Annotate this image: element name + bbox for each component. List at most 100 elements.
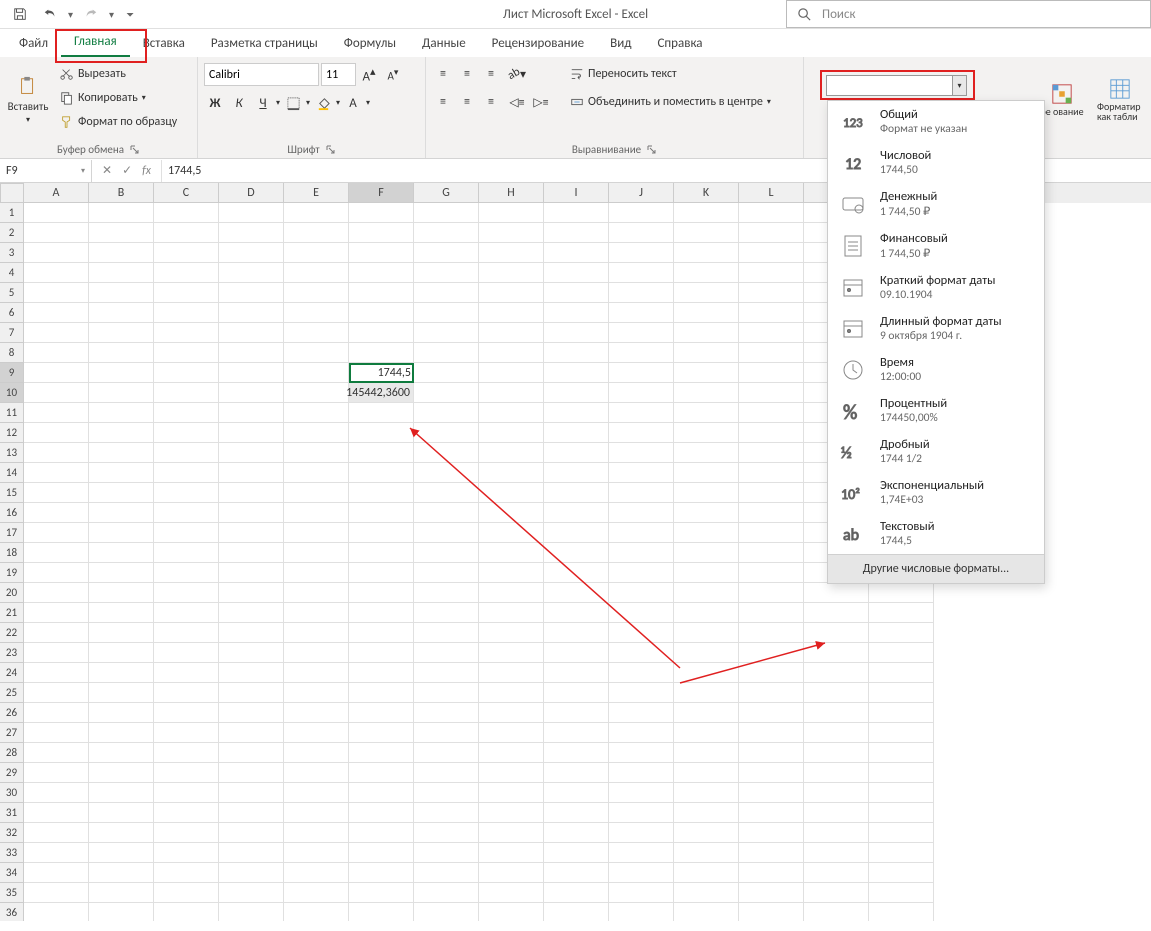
cell-A17[interactable] [24,523,89,543]
align-bottom-button[interactable]: ≡ [480,63,502,85]
cell-K9[interactable] [674,363,739,383]
cell-J36[interactable] [609,903,674,921]
row-header-21[interactable]: 21 [0,603,24,623]
cell-J25[interactable] [609,683,674,703]
cell-D33[interactable] [219,843,284,863]
cell-C25[interactable] [154,683,219,703]
number-format-option-percent[interactable]: %Процентный174450,00% [828,390,1044,431]
cell-G19[interactable] [414,563,479,583]
cell-H17[interactable] [479,523,544,543]
cell-J8[interactable] [609,343,674,363]
cell-K17[interactable] [674,523,739,543]
row-header-28[interactable]: 28 [0,743,24,763]
cell-D7[interactable] [219,323,284,343]
cell-A20[interactable] [24,583,89,603]
cell-G1[interactable] [414,203,479,223]
cell-A28[interactable] [24,743,89,763]
cell-B10[interactable] [89,383,154,403]
undo-button[interactable] [36,2,64,26]
fill-color-button[interactable] [312,92,334,114]
cell-A23[interactable] [24,643,89,663]
cell-F30[interactable] [349,783,414,803]
cell-I33[interactable] [544,843,609,863]
cell-G23[interactable] [414,643,479,663]
row-header-1[interactable]: 1 [0,203,24,223]
cell-B12[interactable] [89,423,154,443]
cell-J18[interactable] [609,543,674,563]
cell-J20[interactable] [609,583,674,603]
cell-D28[interactable] [219,743,284,763]
cell-B23[interactable] [89,643,154,663]
font-name-select[interactable] [204,63,319,86]
cell-P23[interactable] [804,643,869,663]
cell-C32[interactable] [154,823,219,843]
launcher-icon[interactable] [326,145,336,155]
cell-H16[interactable] [479,503,544,523]
cell-H28[interactable] [479,743,544,763]
cell-C27[interactable] [154,723,219,743]
cell-G21[interactable] [414,603,479,623]
cell-D35[interactable] [219,883,284,903]
row-header-36[interactable]: 36 [0,903,24,921]
cell-J35[interactable] [609,883,674,903]
row-header-14[interactable]: 14 [0,463,24,483]
cell-E13[interactable] [284,443,349,463]
cell-G33[interactable] [414,843,479,863]
cell-D36[interactable] [219,903,284,921]
cell-Q29[interactable] [869,763,934,783]
cell-L26[interactable] [739,703,804,723]
cell-B30[interactable] [89,783,154,803]
cell-C14[interactable] [154,463,219,483]
cell-I3[interactable] [544,243,609,263]
cell-L34[interactable] [739,863,804,883]
font-size-select[interactable] [321,63,356,86]
cell-C23[interactable] [154,643,219,663]
cell-P22[interactable] [804,623,869,643]
underline-button[interactable]: Ч [252,92,274,114]
launcher-icon[interactable] [130,145,140,155]
cell-A3[interactable] [24,243,89,263]
cell-K15[interactable] [674,483,739,503]
cell-G12[interactable] [414,423,479,443]
cell-H27[interactable] [479,723,544,743]
cell-G4[interactable] [414,263,479,283]
cell-D12[interactable] [219,423,284,443]
cell-I26[interactable] [544,703,609,723]
cell-H22[interactable] [479,623,544,643]
orientation-button[interactable]: ab▾ [506,63,528,85]
cell-F19[interactable] [349,563,414,583]
row-header-5[interactable]: 5 [0,283,24,303]
cell-J12[interactable] [609,423,674,443]
row-header-24[interactable]: 24 [0,663,24,683]
launcher-icon[interactable] [647,145,657,155]
cell-H11[interactable] [479,403,544,423]
cell-C6[interactable] [154,303,219,323]
cell-E34[interactable] [284,863,349,883]
row-header-9[interactable]: 9 [0,363,24,383]
cell-A34[interactable] [24,863,89,883]
cell-F3[interactable] [349,243,414,263]
cell-F10[interactable]: 145442,3600 [349,383,414,403]
cell-B5[interactable] [89,283,154,303]
cell-H24[interactable] [479,663,544,683]
cell-G13[interactable] [414,443,479,463]
tab-home[interactable]: Главная [61,30,130,57]
cell-E21[interactable] [284,603,349,623]
cell-F26[interactable] [349,703,414,723]
cell-K2[interactable] [674,223,739,243]
cell-C13[interactable] [154,443,219,463]
cell-H26[interactable] [479,703,544,723]
cell-A6[interactable] [24,303,89,323]
cell-C29[interactable] [154,763,219,783]
cell-G16[interactable] [414,503,479,523]
cell-J30[interactable] [609,783,674,803]
cell-F1[interactable] [349,203,414,223]
cell-I27[interactable] [544,723,609,743]
cell-J19[interactable] [609,563,674,583]
cell-K26[interactable] [674,703,739,723]
cell-L7[interactable] [739,323,804,343]
cell-H25[interactable] [479,683,544,703]
cell-K18[interactable] [674,543,739,563]
more-number-formats-button[interactable]: Другие числовые форматы... [828,554,1044,583]
cell-F28[interactable] [349,743,414,763]
